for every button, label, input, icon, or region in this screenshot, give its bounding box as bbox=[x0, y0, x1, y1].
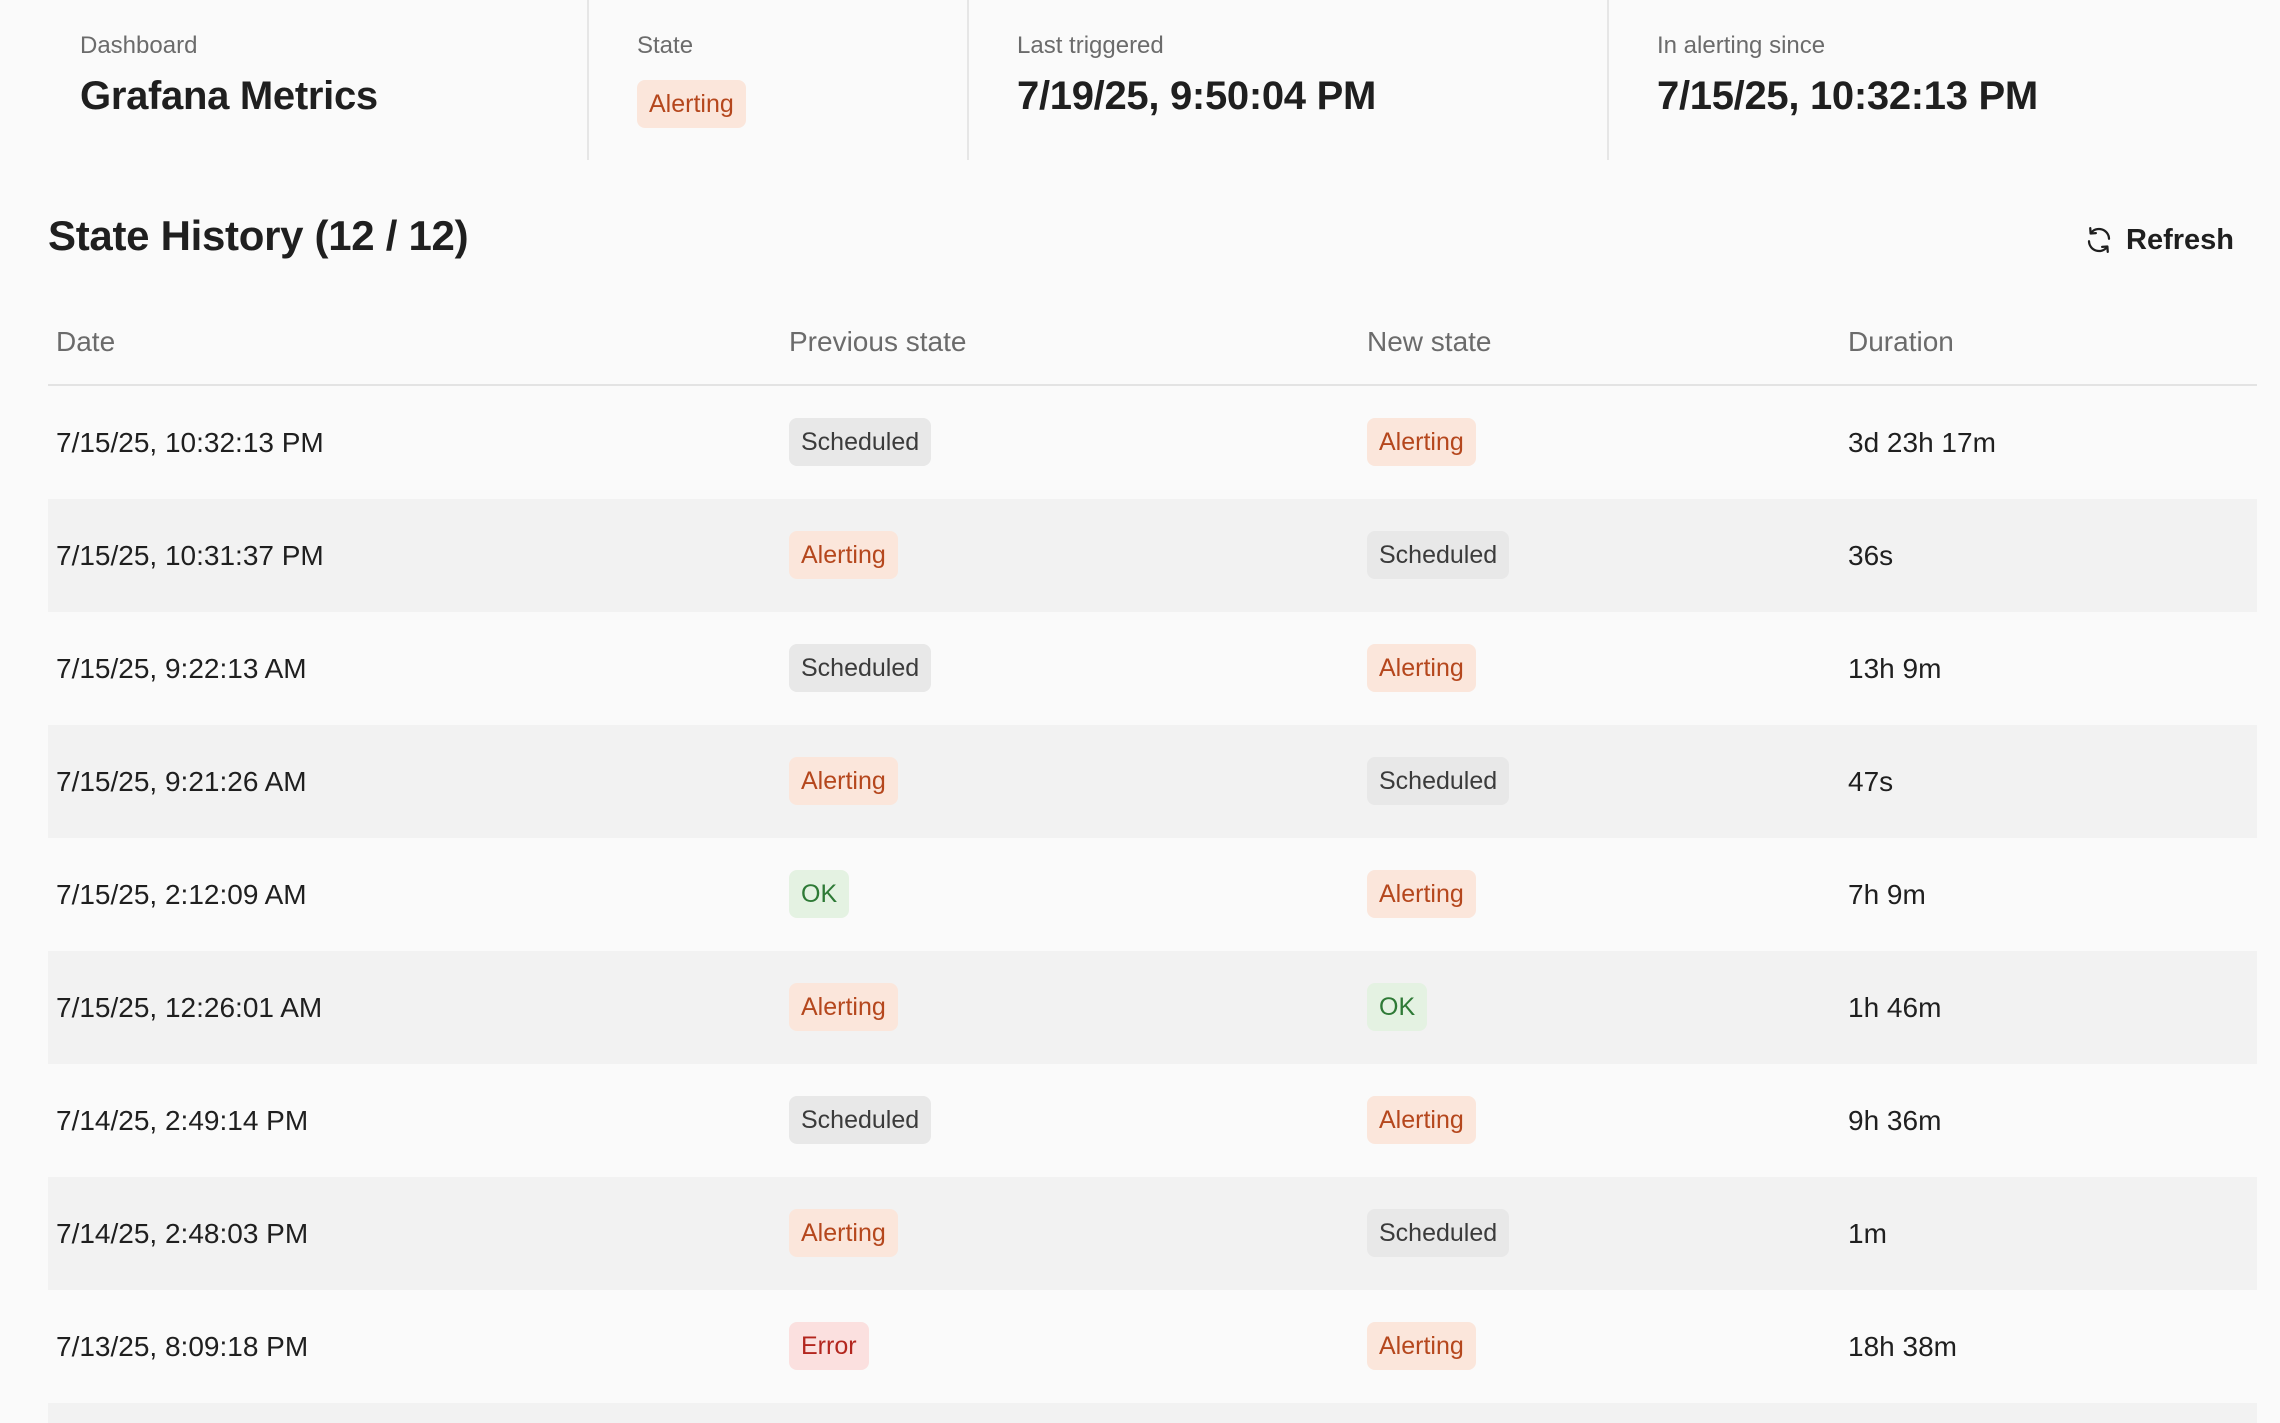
new-state-badge: Scheduled bbox=[1367, 1209, 1510, 1257]
table-header: Date Previous state New state Duration bbox=[48, 306, 2257, 386]
column-header-previous-state[interactable]: Previous state bbox=[789, 326, 966, 358]
row-date: 7/14/25, 2:49:14 PM bbox=[56, 1105, 309, 1136]
table-row: 7/13/25, 8:09:18 PM Error Alerting 18h 3… bbox=[48, 1290, 2257, 1403]
state-history-table: Date Previous state New state Duration 7… bbox=[48, 306, 2257, 1423]
dashboard-label: Dashboard bbox=[80, 32, 198, 59]
row-duration: 36s bbox=[1848, 540, 1894, 571]
previous-state-badge: Alerting bbox=[789, 531, 898, 579]
previous-state-badge: Alerting bbox=[789, 757, 898, 805]
new-state-badge: Alerting bbox=[1367, 870, 1476, 918]
row-duration: 47s bbox=[1848, 766, 1894, 797]
state-label: State bbox=[637, 32, 694, 59]
column-header-date[interactable]: Date bbox=[56, 326, 115, 358]
row-date: 7/15/25, 9:22:13 AM bbox=[56, 653, 307, 684]
row-duration: 1h 46m bbox=[1848, 992, 1942, 1023]
refresh-button[interactable]: Refresh bbox=[2084, 218, 2234, 262]
new-state-badge: Alerting bbox=[1367, 1096, 1476, 1144]
row-duration: 18h 38m bbox=[1848, 1331, 1957, 1362]
previous-state-badge: Scheduled bbox=[789, 418, 932, 466]
column-header-duration[interactable]: Duration bbox=[1848, 326, 1954, 358]
new-state-badge: Alerting bbox=[1367, 644, 1476, 692]
new-state-badge: Scheduled bbox=[1367, 757, 1510, 805]
table-row: 7/15/25, 12:26:01 AM Alerting OK 1h 46m bbox=[48, 951, 2257, 1064]
dashboard-link[interactable]: Grafana Metrics bbox=[80, 74, 378, 119]
row-date: 7/15/25, 2:12:09 AM bbox=[56, 879, 307, 910]
row-date: 7/15/25, 10:31:37 PM bbox=[56, 540, 324, 571]
new-state-badge: Alerting bbox=[1367, 418, 1476, 466]
state-summary: State Alerting bbox=[589, 0, 969, 160]
row-duration: 1m bbox=[1848, 1218, 1887, 1249]
alerting-since-label: In alerting since bbox=[1657, 32, 1826, 59]
state-badge: Alerting bbox=[637, 80, 746, 128]
alert-summary-bar: Dashboard Grafana Metrics State Alerting… bbox=[0, 0, 2280, 160]
row-date: 7/15/25, 12:26:01 AM bbox=[56, 992, 323, 1023]
table-row: 7/15/25, 10:32:13 PM Scheduled Alerting … bbox=[48, 386, 2257, 499]
previous-state-badge: OK bbox=[789, 870, 850, 918]
row-duration: 7h 9m bbox=[1848, 879, 1926, 910]
refresh-icon bbox=[2087, 227, 2111, 253]
new-state-badge: Alerting bbox=[1367, 1322, 1476, 1370]
table-row: 7/15/25, 9:22:13 AM Scheduled Alerting 1… bbox=[48, 612, 2257, 725]
column-header-new-state[interactable]: New state bbox=[1367, 326, 1492, 358]
alerting-since-summary: In alerting since 7/15/25, 10:32:13 PM bbox=[1609, 0, 2280, 160]
table-row: 7/15/25, 10:31:37 PM Alerting Scheduled … bbox=[48, 499, 2257, 612]
refresh-label: Refresh bbox=[2126, 223, 2234, 256]
row-date: 7/14/25, 2:48:03 PM bbox=[56, 1218, 309, 1249]
row-date: 7/13/25, 8:09:18 PM bbox=[56, 1331, 309, 1362]
previous-state-badge: Alerting bbox=[789, 983, 898, 1031]
table-row: 7/15/25, 2:12:09 AM OK Alerting 7h 9m bbox=[48, 838, 2257, 951]
table-row-partial bbox=[48, 1403, 2257, 1423]
new-state-badge: Scheduled bbox=[1367, 531, 1510, 579]
row-date: 7/15/25, 10:32:13 PM bbox=[56, 427, 324, 458]
row-duration: 9h 36m bbox=[1848, 1105, 1942, 1136]
table-row: 7/15/25, 9:21:26 AM Alerting Scheduled 4… bbox=[48, 725, 2257, 838]
last-triggered-summary: Last triggered 7/19/25, 9:50:04 PM bbox=[969, 0, 1609, 160]
last-triggered-value: 7/19/25, 9:50:04 PM bbox=[1017, 74, 1376, 118]
previous-state-badge: Scheduled bbox=[789, 644, 932, 692]
table-row: 7/14/25, 2:48:03 PM Alerting Scheduled 1… bbox=[48, 1177, 2257, 1290]
dashboard-summary: Dashboard Grafana Metrics bbox=[0, 0, 589, 160]
table-row: 7/14/25, 2:49:14 PM Scheduled Alerting 9… bbox=[48, 1064, 2257, 1177]
new-state-badge: OK bbox=[1367, 983, 1428, 1031]
alerting-since-value: 7/15/25, 10:32:13 PM bbox=[1657, 74, 2038, 118]
state-history-title: State History (12 / 12) bbox=[48, 212, 469, 259]
row-duration: 3d 23h 17m bbox=[1848, 427, 1996, 458]
previous-state-badge: Error bbox=[789, 1322, 869, 1370]
previous-state-badge: Scheduled bbox=[789, 1096, 932, 1144]
last-triggered-label: Last triggered bbox=[1017, 32, 1164, 59]
row-date: 7/15/25, 9:21:26 AM bbox=[56, 766, 307, 797]
previous-state-badge: Alerting bbox=[789, 1209, 898, 1257]
row-duration: 13h 9m bbox=[1848, 653, 1942, 684]
